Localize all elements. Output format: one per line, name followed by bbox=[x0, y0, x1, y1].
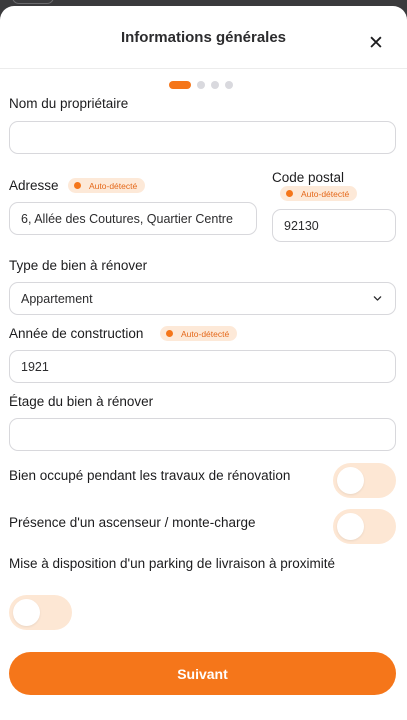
address-label: Adresse bbox=[9, 178, 59, 193]
construction-year-input[interactable]: 1921 bbox=[9, 350, 396, 383]
postal-code-label: Code postal bbox=[272, 170, 345, 185]
general-info-sheet: Informations générales ✕ Nom du propriét… bbox=[0, 6, 407, 720]
floor-label: Étage du bien à rénover bbox=[9, 394, 154, 409]
badge-label: Auto-détecté bbox=[301, 188, 350, 199]
toggle-knob bbox=[337, 513, 364, 540]
construction-year-auto-detected-badge: Auto-détecté bbox=[160, 326, 238, 341]
occupied-during-works-label: Bien occupé pendant les travaux de rénov… bbox=[9, 468, 291, 483]
owner-name-label: Nom du propriétaire bbox=[9, 96, 129, 111]
property-type-value: Appartement bbox=[21, 291, 93, 306]
construction-year-label: Année de construction bbox=[9, 326, 144, 341]
toggle-knob bbox=[13, 599, 40, 626]
toggle-knob bbox=[337, 467, 364, 494]
postal-code-auto-detected-badge: Auto-détecté bbox=[280, 186, 358, 201]
close-icon: ✕ bbox=[368, 32, 384, 54]
elevator-toggle[interactable] bbox=[333, 509, 396, 544]
badge-dot bbox=[74, 182, 81, 189]
badge-dot bbox=[166, 330, 173, 337]
step-dot-3 bbox=[211, 81, 219, 89]
occupied-during-works-toggle[interactable] bbox=[333, 463, 396, 498]
badge-dot bbox=[286, 190, 293, 197]
property-type-select[interactable]: Appartement bbox=[9, 282, 396, 315]
sheet-title: Informations générales bbox=[120, 29, 287, 46]
postal-code-input[interactable]: 92130 bbox=[272, 209, 396, 242]
next-button[interactable]: Suivant bbox=[9, 652, 396, 695]
property-type-label: Type de bien à rénover bbox=[9, 258, 148, 273]
close-button[interactable]: ✕ bbox=[365, 32, 387, 54]
address-input[interactable]: 6, Allée des Coutures, Quartier Centre bbox=[9, 202, 257, 235]
step-dot-1 bbox=[169, 81, 191, 89]
delivery-parking-label: Mise à disposition d'un parking de livra… bbox=[9, 556, 335, 571]
badge-label: Auto-détecté bbox=[89, 180, 138, 191]
background-sheet-handle bbox=[12, 0, 54, 4]
step-dot-2 bbox=[197, 81, 205, 89]
address-auto-detected-badge: Auto-détecté bbox=[68, 178, 146, 193]
floor-input[interactable] bbox=[9, 418, 396, 451]
step-indicator bbox=[169, 81, 233, 89]
badge-label: Auto-détecté bbox=[181, 328, 230, 339]
chevron-down-icon bbox=[373, 296, 382, 301]
owner-name-input[interactable] bbox=[9, 121, 396, 154]
delivery-parking-toggle[interactable] bbox=[9, 595, 72, 630]
sheet-header: Informations générales ✕ bbox=[0, 6, 407, 69]
elevator-label: Présence d'un ascenseur / monte-charge bbox=[9, 515, 256, 530]
step-dot-4 bbox=[225, 81, 233, 89]
